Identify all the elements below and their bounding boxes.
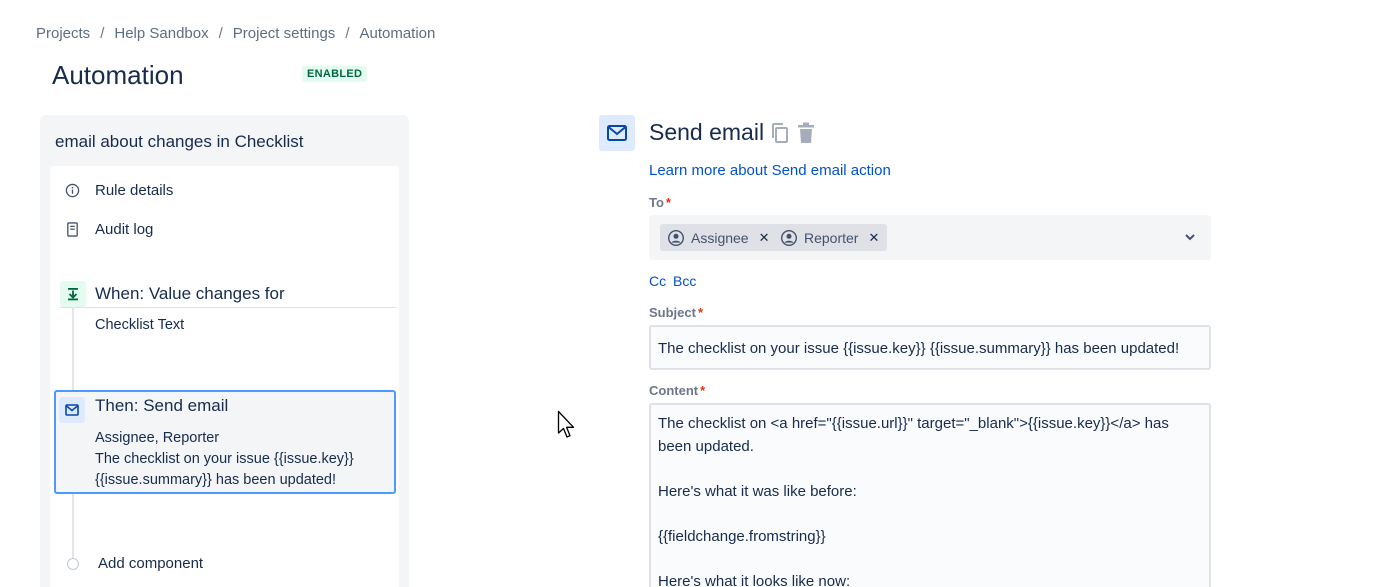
remove-assignee-icon[interactable]: ✕: [759, 230, 770, 246]
required-marker: *: [665, 195, 671, 210]
breadcrumb-separator: /: [100, 25, 105, 42]
breadcrumb-help-sandbox[interactable]: Help Sandbox: [114, 25, 208, 42]
copy-icon[interactable]: [770, 122, 790, 144]
recipient-chip-assignee: Assignee ✕: [660, 224, 778, 251]
bcc-link[interactable]: Bcc: [673, 273, 696, 289]
to-label: To *: [649, 195, 671, 210]
rule-details-label: Rule details: [95, 181, 174, 199]
user-avatar-icon: [668, 229, 684, 246]
subject-label-text: Subject: [649, 305, 696, 320]
to-label-text: To: [649, 195, 664, 210]
subject-input[interactable]: The checklist on your issue {{issue.key}…: [649, 325, 1211, 370]
info-icon: [65, 183, 80, 198]
add-component-label: Add component: [98, 555, 204, 572]
required-marker: *: [700, 383, 706, 398]
content-label-text: Content: [649, 383, 699, 398]
action-subject: The checklist on your issue {{issue.key}…: [95, 451, 354, 488]
subject-label: Subject *: [649, 305, 703, 320]
mail-icon: [59, 397, 85, 423]
audit-log-item[interactable]: Audit log: [65, 217, 153, 241]
breadcrumb: Projects / Help Sandbox / Project settin…: [36, 25, 435, 42]
breadcrumb-separator: /: [218, 25, 223, 42]
trigger-icon: [60, 281, 86, 307]
rule-details-item[interactable]: Rule details: [65, 178, 173, 202]
recipient-label: Assignee: [691, 229, 749, 246]
learn-more-link[interactable]: Learn more about Send email action: [649, 162, 891, 179]
recipient-label: Reporter: [804, 229, 859, 246]
add-component-button[interactable]: Add component: [65, 555, 203, 572]
action-title: Then: Send email: [95, 396, 229, 415]
trigger-title: When: Value changes for: [95, 284, 285, 303]
send-email-component[interactable]: Then: Send email Assignee, Reporter The …: [54, 390, 396, 494]
document-icon: [65, 221, 80, 237]
page-title: Automation: [52, 60, 184, 90]
breadcrumb-project-settings[interactable]: Project settings: [233, 25, 336, 42]
cc-link[interactable]: Cc: [649, 273, 666, 289]
breadcrumb-automation[interactable]: Automation: [359, 25, 435, 42]
rule-components: Rule details Audit log When: Value chang…: [50, 166, 399, 587]
to-select[interactable]: Assignee ✕ Reporter ✕: [649, 215, 1211, 260]
add-component-dot-icon: [67, 557, 79, 570]
delete-icon[interactable]: [796, 122, 816, 144]
rule-panel: email about changes in Checklist Rule de…: [40, 115, 409, 587]
trigger-component[interactable]: When: Value changes for Checklist Text: [55, 279, 397, 339]
user-avatar-icon: [781, 229, 797, 246]
mail-icon: [599, 115, 635, 151]
mouse-cursor-icon: [557, 410, 577, 440]
remove-reporter-icon[interactable]: ✕: [868, 230, 879, 246]
rule-name: email about changes in Checklist: [55, 132, 304, 151]
status-badge: ENABLED: [302, 66, 368, 82]
chevron-down-icon[interactable]: [1183, 230, 1197, 244]
action-description: Assignee, Reporter The checklist on your…: [95, 428, 385, 491]
content-textarea[interactable]: The checklist on <a href="{{issue.url}}"…: [649, 403, 1211, 587]
editor-title: Send email: [649, 119, 765, 145]
audit-log-label: Audit log: [95, 220, 154, 238]
action-recipients: Assignee, Reporter: [95, 430, 220, 446]
recipient-chip-reporter: Reporter ✕: [773, 224, 888, 251]
required-marker: *: [697, 305, 704, 320]
trigger-description: Checklist Text: [95, 317, 185, 333]
breadcrumb-separator: /: [345, 25, 350, 42]
breadcrumb-projects[interactable]: Projects: [36, 25, 90, 42]
content-label: Content *: [649, 383, 705, 398]
